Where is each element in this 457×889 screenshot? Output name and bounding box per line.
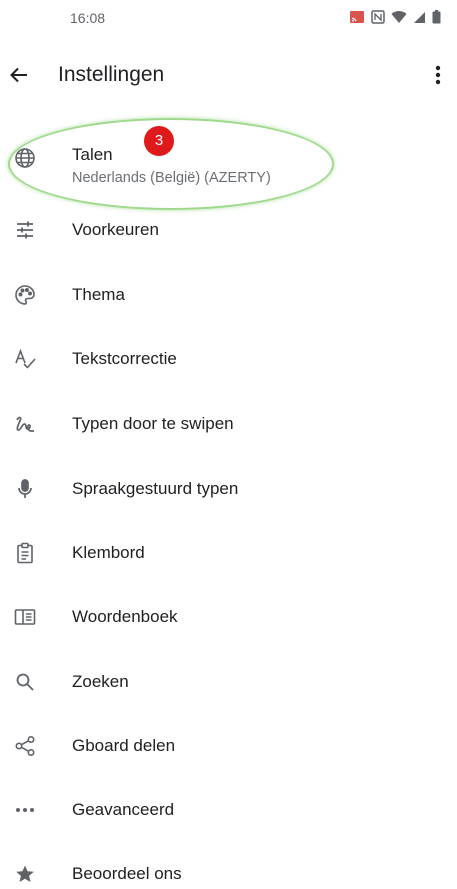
wifi-icon — [391, 10, 407, 24]
settings-item-label: Typen door te swipen — [72, 414, 234, 433]
clipboard-icon — [13, 541, 37, 565]
settings-item-label: Woordenboek — [72, 607, 178, 626]
globe-icon — [13, 146, 37, 170]
settings-item-beoordeel[interactable]: Beoordeel ons — [0, 846, 457, 889]
settings-item-label: Tekstcorrectie — [72, 349, 177, 368]
dictionary-icon — [13, 605, 37, 629]
settings-item-label: Talen — [72, 145, 113, 164]
spellcheck-icon — [13, 347, 37, 371]
settings-item-label: Zoeken — [72, 672, 129, 691]
page-title: Instellingen — [58, 63, 165, 86]
star-icon — [13, 862, 37, 886]
more-vert-icon[interactable] — [433, 62, 443, 88]
arrow-back-icon[interactable] — [6, 62, 32, 88]
settings-item-tekstcorrectie[interactable]: Tekstcorrectie — [0, 331, 457, 387]
settings-item-zoeken[interactable]: Zoeken — [0, 654, 457, 710]
settings-item-label: Klembord — [72, 543, 145, 562]
settings-item-swipen[interactable]: Typen door te swipen — [0, 396, 457, 452]
settings-item-klembord[interactable]: Klembord — [0, 525, 457, 581]
settings-item-woordenboek[interactable]: Woordenboek — [0, 589, 457, 645]
settings-item-label: Gboard delen — [72, 736, 176, 755]
screen: 16:08 Instellingen Talen Nederlands (Bel… — [0, 0, 457, 889]
settings-item-talen[interactable]: Talen Nederlands (België) (AZERTY) — [0, 130, 457, 186]
search-icon — [13, 670, 37, 694]
mic-icon — [13, 477, 37, 501]
more-horiz-icon — [13, 798, 37, 822]
battery-icon — [432, 10, 441, 24]
tune-icon — [13, 218, 37, 242]
status-time: 16:08 — [70, 10, 106, 26]
palette-icon — [13, 283, 37, 307]
settings-item-label: Spraakgestuurd typen — [72, 479, 239, 498]
settings-item-label: Voorkeuren — [72, 220, 159, 239]
settings-item-label: Thema — [72, 285, 125, 304]
nfc-icon — [371, 10, 385, 24]
settings-item-voorkeuren[interactable]: Voorkeuren — [0, 202, 457, 258]
settings-item-thema[interactable]: Thema — [0, 267, 457, 323]
share-icon — [13, 734, 37, 758]
signal-icon — [413, 11, 426, 24]
settings-item-geavanceerd[interactable]: Geavanceerd — [0, 782, 457, 838]
status-bar: 16:08 — [0, 0, 457, 36]
gesture-icon — [13, 412, 37, 436]
settings-item-subtitle: Nederlands (België) (AZERTY) — [72, 170, 271, 186]
app-bar: Instellingen — [0, 50, 457, 100]
step-badge: 3 — [144, 126, 174, 156]
status-icons — [349, 10, 441, 24]
settings-item-label: Geavanceerd — [72, 800, 175, 819]
cast-icon — [349, 10, 365, 24]
settings-item-delen[interactable]: Gboard delen — [0, 718, 457, 774]
settings-item-label: Beoordeel ons — [72, 864, 182, 883]
settings-item-spraak[interactable]: Spraakgestuurd typen — [0, 461, 457, 517]
